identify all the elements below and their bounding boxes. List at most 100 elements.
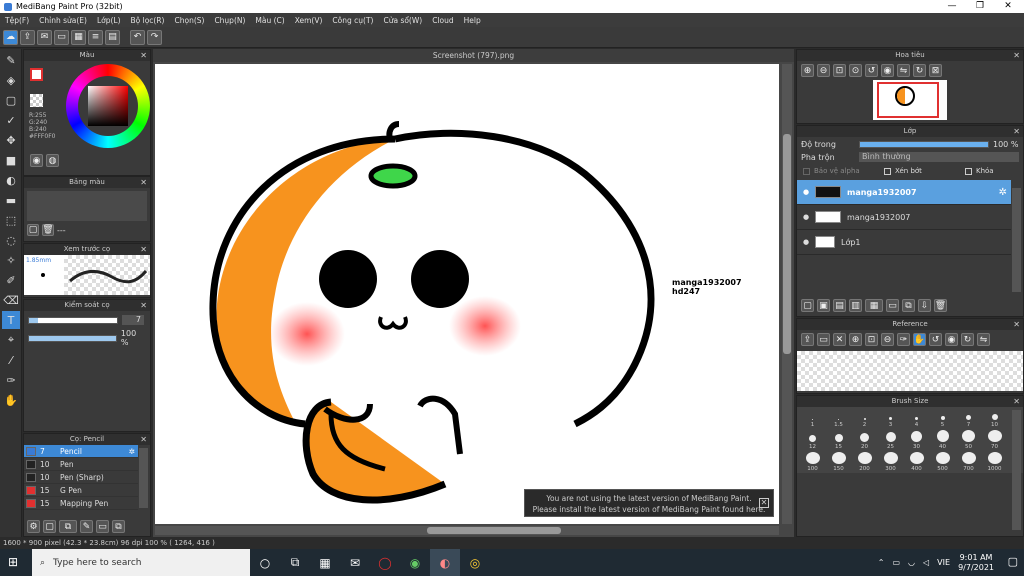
rotate-left-icon[interactable]: ↺ (929, 333, 942, 346)
folder-icon[interactable]: ▭ (886, 299, 899, 312)
brush-tool-icon[interactable]: ✎ (2, 51, 20, 69)
windows-start-icon[interactable]: ⊞ (8, 556, 21, 569)
brush-size-option[interactable]: 7 (956, 408, 981, 428)
opacity-slider[interactable] (28, 334, 117, 342)
brush-size-option[interactable]: 50 (956, 430, 981, 450)
maximize-icon[interactable]: ❐ (966, 0, 994, 13)
new-8bit-layer-icon[interactable]: ▥ (849, 299, 862, 312)
rotate-right-icon[interactable]: ↻ (961, 333, 974, 346)
menu-edit[interactable]: Chỉnh sửa(E) (34, 16, 92, 25)
rotate-reset-icon[interactable]: ◉ (881, 64, 894, 77)
menu-filter[interactable]: Bộ lọc(R) (126, 16, 170, 25)
brush-size-option[interactable]: 4 (904, 408, 929, 428)
brush-size-option[interactable]: 70 (982, 430, 1007, 450)
layer-row[interactable]: ● Lớp1 (797, 230, 1011, 255)
brush-item[interactable]: 10 Pen (Sharp) (24, 471, 138, 484)
hand-tool-icon[interactable]: ✋ (2, 391, 20, 409)
brush-size-option[interactable]: 100 (800, 452, 825, 472)
blend-mode-select[interactable]: Bình thường (859, 152, 1019, 162)
panel-icon[interactable]: ▤ (105, 29, 120, 45)
fit-icon[interactable]: ⊡ (865, 333, 878, 346)
brush-size-option[interactable]: 150 (826, 452, 851, 472)
brush-size-option[interactable]: 25 (878, 430, 903, 450)
operation-tool-icon[interactable]: ⌖ (2, 331, 20, 349)
brush-size-option[interactable]: 40 (930, 430, 955, 450)
dropper-tool-icon[interactable]: ✑ (2, 371, 20, 389)
zoom-in-icon[interactable]: ⊕ (801, 64, 814, 77)
new-palette-icon[interactable]: ▢ (27, 224, 39, 236)
fit-icon[interactable]: ⊡ (833, 64, 846, 77)
horizontal-scrollbar[interactable] (155, 526, 779, 535)
drawing-canvas[interactable]: manga1932007 hd247 (155, 64, 779, 524)
hand-icon[interactable]: ✋ (913, 333, 926, 346)
rotate-left-icon[interactable]: ↺ (865, 64, 878, 77)
background-swatch[interactable] (30, 94, 43, 107)
brush-size-option[interactable]: 15 (826, 430, 851, 450)
lock-checkbox[interactable] (965, 167, 972, 175)
rotate-reset-icon[interactable]: ◉ (945, 333, 958, 346)
menu-tools[interactable]: Công cụ(T) (327, 16, 378, 25)
brush-size-option[interactable]: 10 (982, 408, 1007, 428)
close-icon[interactable]: ✕ (1013, 396, 1020, 407)
close-icon[interactable]: ✕ (759, 498, 769, 508)
select-pen-tool-icon[interactable]: ✐ (2, 271, 20, 289)
brush-size-option[interactable]: 2 (852, 408, 877, 428)
menu-color[interactable]: Màu (C) (250, 16, 289, 25)
brush-item[interactable]: 10 Pen (24, 458, 138, 471)
close-icon[interactable]: ✕ (994, 0, 1022, 13)
brush-size-option[interactable]: 700 (956, 452, 981, 472)
brush-size-slider[interactable] (28, 316, 118, 324)
menu-window[interactable]: Cửa sổ(W) (378, 16, 427, 25)
brush-size-scrollbar[interactable] (1012, 410, 1021, 530)
browser-icon[interactable]: ◉ (400, 549, 430, 576)
task-view-icon[interactable]: ⧉ (280, 549, 310, 576)
eraser-tool-icon[interactable]: ◈ (2, 71, 20, 89)
document-tab[interactable]: Screenshot (797).png (153, 49, 794, 62)
brush-size-option[interactable]: 5 (930, 408, 955, 428)
close-icon[interactable]: ✕ (1013, 50, 1020, 61)
gear-icon[interactable]: ✲ (129, 447, 135, 456)
vertical-scrollbar[interactable] (782, 64, 792, 524)
export-icon[interactable]: ⇪ (20, 29, 35, 45)
brush-item[interactable]: 15 Mapping Pen (24, 497, 138, 510)
opera-icon[interactable]: ◯ (370, 549, 400, 576)
chat-icon[interactable]: ▭ (54, 29, 69, 45)
layer-opacity-slider[interactable] (859, 141, 989, 148)
select-eraser-tool-icon[interactable]: ⌫ (2, 291, 20, 309)
gradient-tool-icon[interactable]: ▬ (2, 191, 20, 209)
chevron-up-icon[interactable]: ⌃ (878, 558, 885, 567)
brush-size-option[interactable]: 300 (878, 452, 903, 472)
eyedropper-tool-icon[interactable]: ⁄ (2, 351, 20, 369)
navigator-thumbnail[interactable] (873, 80, 947, 120)
taskbar-search[interactable]: ⌕ Type here to search (32, 549, 250, 576)
comment-icon[interactable]: ✉ (37, 29, 52, 45)
close-icon[interactable]: ✕ (140, 177, 147, 188)
clock[interactable]: 9:01 AM 9/7/2021 (958, 553, 994, 573)
menu-help[interactable]: Help (459, 16, 486, 25)
zoom-out-icon[interactable]: ⊖ (881, 333, 894, 346)
cortana-icon[interactable]: ○ (250, 549, 280, 576)
merge-icon[interactable]: ⇩ (918, 299, 931, 312)
visibility-icon[interactable]: ● (797, 188, 815, 196)
gear-icon[interactable]: ✲ (999, 187, 1007, 198)
close-icon[interactable]: ✕ (1013, 319, 1020, 330)
medibang-icon[interactable]: ◐ (430, 549, 460, 576)
flip-icon[interactable]: ⇋ (977, 333, 990, 346)
brush-size-option[interactable]: 1 (800, 408, 825, 428)
network-icon[interactable]: ◡ (908, 558, 915, 567)
magic-wand-tool-icon[interactable]: ✧ (2, 251, 20, 269)
brush-new-icon[interactable]: ▢ (43, 520, 56, 533)
upload-icon[interactable]: ⇪ (801, 333, 814, 346)
open-folder-icon[interactable]: ▭ (817, 333, 830, 346)
menu-cloud[interactable]: Cloud (427, 16, 458, 25)
brush-size-option[interactable]: 1.5 (826, 408, 851, 428)
close-icon[interactable]: ✕ (140, 434, 147, 445)
zoom-in-icon[interactable]: ⊕ (849, 333, 862, 346)
eyedropper-icon[interactable]: ✑ (897, 333, 910, 346)
update-notice[interactable]: You are not using the latest version of … (524, 489, 774, 517)
move-tool-icon[interactable]: ✥ (2, 131, 20, 149)
select-tool-icon[interactable]: ⬚ (2, 211, 20, 229)
mail-icon[interactable]: ✉ (340, 549, 370, 576)
close-icon[interactable]: ✕ (140, 244, 147, 255)
lock-icon[interactable]: ⊠ (929, 64, 942, 77)
